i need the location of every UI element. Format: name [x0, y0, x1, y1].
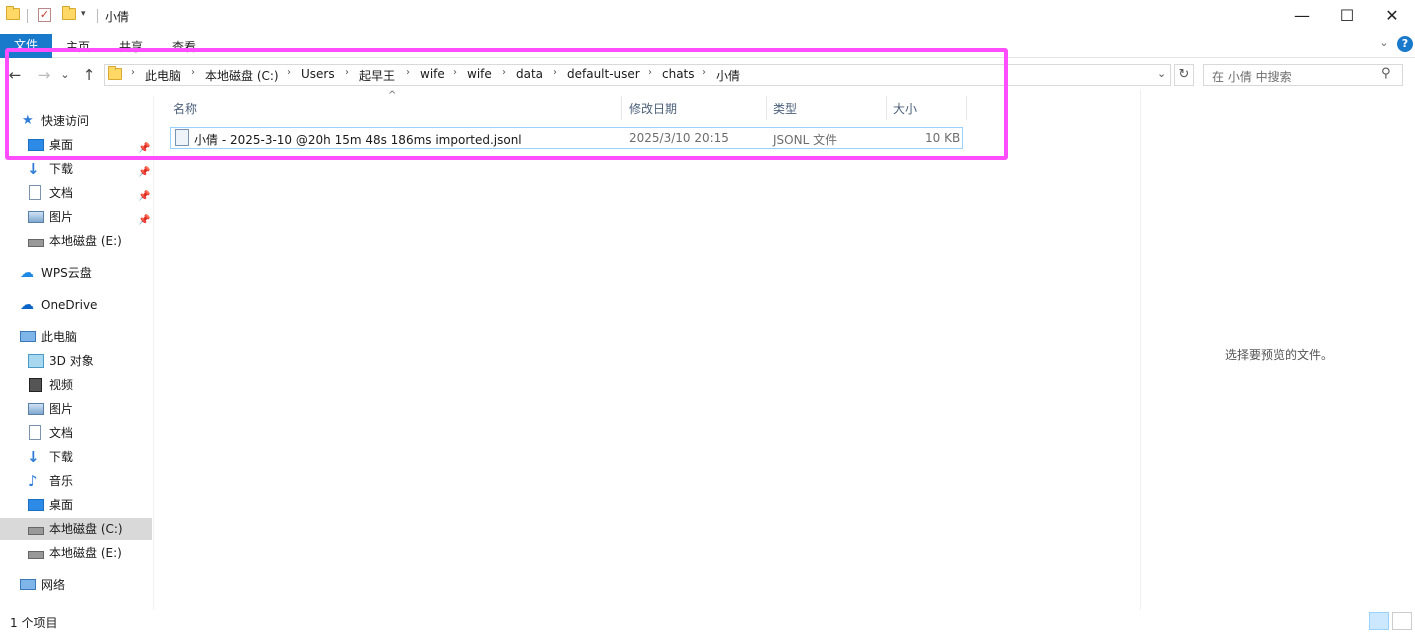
sidebar-item-label: 本地磁盘 (E:)	[49, 234, 122, 248]
document-icon	[29, 425, 41, 440]
sidebar-item-drive-e[interactable]: 本地磁盘 (E:)	[0, 542, 154, 564]
computer-icon	[20, 331, 36, 342]
pin-icon[interactable]: 📌	[138, 186, 150, 208]
sidebar-item-label: OneDrive	[41, 298, 98, 312]
sidebar-item-label: 下载	[49, 162, 74, 176]
sidebar-item-label: 此电脑	[41, 330, 78, 344]
sidebar-item-music[interactable]: ♪ 音乐	[0, 470, 154, 492]
large-icons-view-button[interactable]	[1392, 612, 1412, 630]
preview-empty-text: 选择要预览的文件。	[1225, 348, 1334, 362]
properties-icon[interactable]: ✓	[38, 8, 51, 22]
music-icon: ♪	[28, 472, 38, 490]
divider	[97, 9, 98, 23]
sidebar-item-downloads[interactable]: ↓ 下载 📌	[0, 158, 154, 180]
onedrive-icon: ☁	[20, 297, 34, 313]
pictures-icon	[28, 211, 44, 223]
title-bar	[0, 0, 1415, 32]
preview-divider[interactable]	[1140, 90, 1141, 610]
sidebar-item-label: 本地磁盘 (E:)	[49, 546, 122, 560]
windows-drive-icon	[28, 527, 44, 535]
sidebar-item-pictures-pc[interactable]: 图片	[0, 398, 154, 420]
address-history-dropdown-icon[interactable]: ⌄	[1157, 67, 1166, 80]
sidebar-item-label: 音乐	[49, 474, 74, 488]
sidebar-item-label: 桌面	[49, 498, 74, 512]
drive-icon	[28, 551, 44, 559]
chevron-down-icon[interactable]: ⌄	[1377, 36, 1391, 50]
sidebar-item-label: WPS云盘	[41, 266, 92, 280]
video-icon	[29, 378, 42, 392]
sidebar-item-drive-c[interactable]: 本地磁盘 (C:)	[0, 518, 152, 540]
sidebar-item-pictures[interactable]: 图片 📌	[0, 206, 154, 228]
status-item-count: 1 个项目	[10, 616, 58, 630]
sidebar-item-label: 网络	[41, 578, 66, 592]
refresh-button[interactable]: ↻	[1174, 64, 1194, 86]
network-icon	[20, 579, 36, 590]
cube-icon	[28, 354, 44, 368]
document-icon	[29, 185, 41, 200]
sidebar-item-drive-e-quick[interactable]: 本地磁盘 (E:)	[0, 230, 154, 252]
sidebar-item-downloads-pc[interactable]: ↓ 下载	[0, 446, 154, 468]
sidebar-item-label: 图片	[49, 402, 74, 416]
folder-icon	[6, 6, 20, 20]
sidebar-item-label: 本地磁盘 (C:)	[49, 522, 123, 536]
help-button[interactable]: ?	[1397, 36, 1413, 52]
sidebar-item-label: 下载	[49, 450, 74, 464]
sidebar-item-onedrive[interactable]: ☁ OneDrive	[0, 294, 154, 316]
minimize-button[interactable]: —	[1279, 0, 1325, 32]
sidebar-item-label: 视频	[49, 378, 74, 392]
sidebar-item-network[interactable]: 网络	[0, 574, 154, 596]
search-placeholder: 在 小倩 中搜索	[1212, 70, 1292, 84]
sidebar-item-videos[interactable]: 视频	[0, 374, 154, 396]
desktop-icon	[28, 499, 44, 511]
sidebar-item-documents[interactable]: 文档 📌	[0, 182, 154, 204]
sidebar-item-3d-objects[interactable]: 3D 对象	[0, 350, 154, 372]
sidebar-item-wps[interactable]: ☁ WPS云盘	[0, 262, 154, 284]
sidebar-item-label: 文档	[49, 186, 74, 200]
sidebar-item-documents-pc[interactable]: 文档	[0, 422, 154, 444]
sidebar-item-desktop-pc[interactable]: 桌面	[0, 494, 154, 516]
pin-icon[interactable]: 📌	[138, 210, 150, 232]
highlight-box	[5, 48, 1008, 160]
cloud-icon: ☁	[20, 265, 34, 281]
new-folder-icon[interactable]	[62, 6, 76, 20]
search-icon[interactable]: ⚲	[1381, 66, 1391, 81]
pictures-icon	[28, 403, 44, 415]
details-view-button[interactable]	[1369, 612, 1389, 630]
download-icon: ↓	[27, 448, 40, 466]
sidebar-item-label: 图片	[49, 210, 74, 224]
customize-toolbar-icon[interactable]: ▾	[81, 9, 86, 19]
download-icon: ↓	[27, 160, 40, 178]
divider	[27, 9, 28, 23]
sidebar-item-label: 文档	[49, 426, 74, 440]
drive-icon	[28, 239, 44, 247]
pin-icon[interactable]: 📌	[138, 162, 150, 184]
sidebar-item-label: 3D 对象	[49, 354, 94, 368]
file-explorer-window: ✓ ▾ 小倩 — ☐ ✕ 文件 主页 共享 查看 ⌄ ? ← → ⌄ ↑ › 此…	[0, 0, 1415, 632]
sidebar-item-this-pc[interactable]: 此电脑	[0, 326, 154, 348]
maximize-button[interactable]: ☐	[1324, 0, 1370, 32]
close-button[interactable]: ✕	[1369, 0, 1415, 32]
window-title: 小倩	[105, 10, 130, 24]
